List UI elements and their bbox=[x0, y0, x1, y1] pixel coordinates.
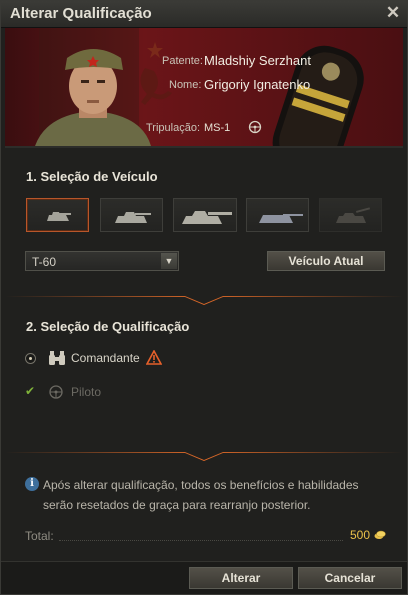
credits-icon bbox=[374, 530, 386, 539]
name-value: Grigoriy Ignatenko bbox=[204, 77, 311, 92]
tank-option-medium[interactable] bbox=[100, 198, 163, 232]
name-label: Nome: bbox=[169, 79, 202, 91]
spg-icon bbox=[336, 207, 371, 223]
total-label: Total: bbox=[25, 529, 54, 543]
close-icon[interactable]: ✕ bbox=[385, 4, 401, 21]
steering-wheel-icon bbox=[49, 385, 63, 399]
light-tank-icon bbox=[47, 212, 71, 221]
vehicle-dropdown[interactable]: T-60 ▼ bbox=[25, 251, 179, 271]
vehicle-section-title: 1. Seleção de Veículo bbox=[26, 169, 158, 184]
driver-label: Piloto bbox=[71, 385, 102, 399]
apply-button[interactable]: Alterar bbox=[189, 567, 293, 589]
tank-option-spg[interactable] bbox=[319, 198, 382, 232]
warning-icon bbox=[146, 350, 162, 365]
checkmark-icon: ✔ bbox=[25, 384, 36, 398]
section-divider-glow bbox=[5, 452, 403, 461]
info-icon: i bbox=[25, 477, 39, 491]
medium-tank-icon bbox=[115, 212, 151, 223]
commander-label: Comandante bbox=[71, 351, 140, 365]
total-value: 500 bbox=[350, 528, 371, 542]
commander-radio[interactable] bbox=[25, 353, 36, 364]
crew-banner: Patente: Mladshiy Serzhant Nome: Grigori… bbox=[5, 28, 403, 146]
crew-label: Tripulação: bbox=[146, 122, 201, 134]
current-vehicle-button[interactable]: Veículo Atual bbox=[267, 251, 385, 271]
rank-value: Mladshiy Serzhant bbox=[204, 53, 311, 68]
steering-wheel-icon bbox=[248, 120, 262, 134]
tank-option-td[interactable] bbox=[246, 198, 309, 232]
heavy-tank-icon bbox=[182, 211, 232, 224]
vehicle-dropdown-value: T-60 bbox=[32, 255, 57, 269]
crew-portrait bbox=[35, 28, 151, 146]
binoculars-icon bbox=[49, 351, 65, 365]
rank-label: Patente: bbox=[162, 55, 203, 67]
section-divider bbox=[5, 146, 403, 148]
tank-option-heavy[interactable] bbox=[173, 198, 237, 232]
tank-destroyer-icon bbox=[259, 214, 303, 223]
total-dotted-leader bbox=[59, 540, 343, 541]
chevron-down-icon: ▼ bbox=[161, 253, 177, 269]
section-divider-glow bbox=[5, 296, 403, 305]
dialog-window: Alterar Qualificação ✕ Patente: Mladshiy… bbox=[0, 0, 408, 595]
info-note: Após alterar qualificação, todos os bene… bbox=[43, 478, 359, 512]
tank-option-light[interactable] bbox=[26, 198, 89, 232]
title-bar: Alterar Qualificação ✕ bbox=[1, 1, 407, 28]
cancel-button[interactable]: Cancelar bbox=[298, 567, 402, 589]
crew-value: MS-1 bbox=[204, 122, 231, 134]
qualification-section-title: 2. Seleção de Qualificação bbox=[26, 319, 190, 334]
dialog-title: Alterar Qualificação bbox=[10, 5, 152, 22]
